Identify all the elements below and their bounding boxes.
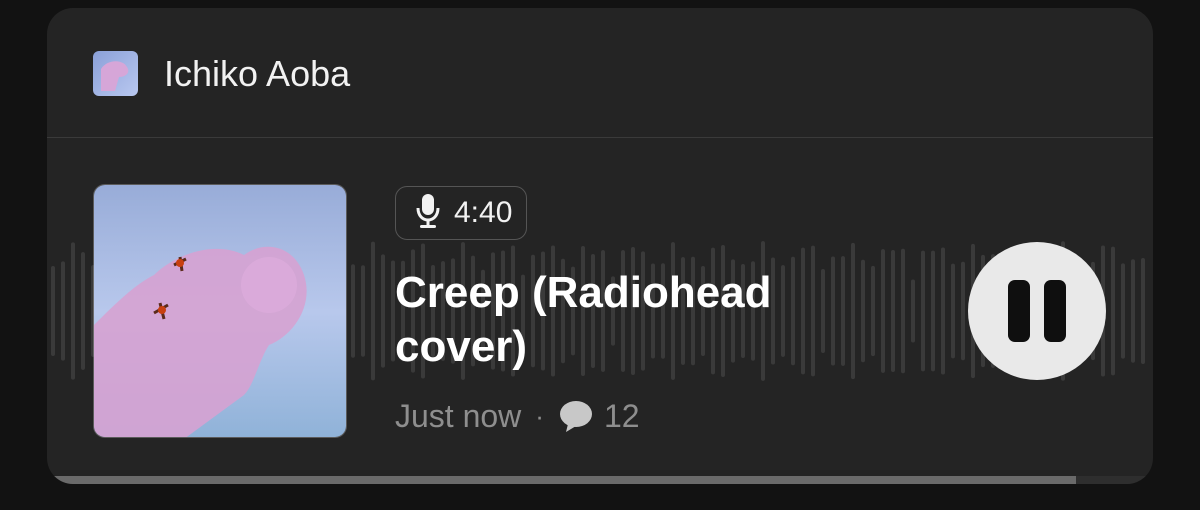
waveform-bar [961, 261, 965, 361]
pause-icon-right-bar [1044, 280, 1066, 342]
waveform-bar [941, 247, 945, 375]
waveform-bar [891, 250, 895, 372]
progress-track[interactable] [47, 476, 1153, 484]
track-title[interactable]: Creep (Radiohead cover) [395, 266, 865, 374]
waveform-bar [931, 250, 935, 372]
duration-badge: 4:40 [395, 186, 528, 240]
cover-art[interactable] [93, 184, 347, 438]
waveform-bar [871, 265, 875, 357]
pause-icon-left-bar [1008, 280, 1030, 342]
progress-fill [47, 476, 1076, 484]
artist-name[interactable]: Ichiko Aoba [164, 54, 350, 94]
waveform-bar [921, 250, 925, 372]
duration-text: 4:40 [454, 196, 513, 229]
waveform-bar [1121, 263, 1125, 359]
waveform-bar [71, 242, 75, 380]
waveform-bar [371, 241, 375, 381]
waveform-bar [1141, 258, 1145, 364]
waveform-bar [51, 266, 55, 356]
post-header: Ichiko Aoba [47, 8, 1153, 138]
waveform-bar [911, 279, 915, 343]
audio-post-card[interactable]: Ichiko Aoba 4:40 Creep (Radiohead cover)… [47, 8, 1153, 484]
waveform-bar [81, 252, 85, 370]
waveform-bar [351, 264, 355, 358]
post-meta: Just now · 12 [395, 396, 640, 436]
timestamp: Just now [395, 397, 522, 434]
meta-separator: · [535, 400, 544, 431]
pause-button[interactable] [968, 242, 1106, 380]
waveform-bar [381, 254, 385, 368]
waveform-bar [881, 249, 885, 373]
waveform-bar [61, 261, 65, 361]
comment-count[interactable]: 12 [604, 398, 640, 435]
waveform-bar [901, 248, 905, 374]
waveform-bar [1131, 259, 1135, 363]
speech-bubble-icon[interactable] [558, 398, 594, 434]
waveform-bar [361, 265, 365, 357]
waveform-bar [951, 263, 955, 359]
microphone-icon [416, 193, 440, 233]
artist-avatar[interactable] [93, 51, 138, 96]
waveform-bar [1111, 246, 1115, 376]
